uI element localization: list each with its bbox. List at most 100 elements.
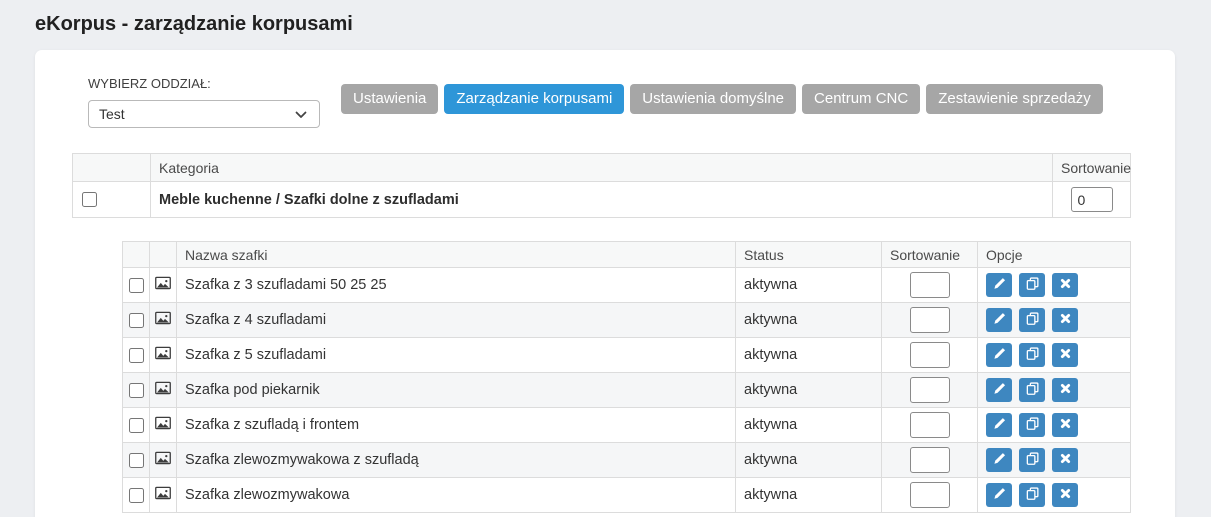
cabinet-name: Szafka zlewozmywakowa	[177, 478, 736, 513]
nav-tab-button[interactable]: Ustawienia domyślne	[630, 84, 796, 114]
edit-button[interactable]	[986, 413, 1012, 437]
category-table-category-header: Kategoria	[151, 154, 1053, 182]
cabinet-table-options-header: Opcje	[978, 242, 1131, 268]
pencil-icon	[992, 346, 1007, 364]
branch-select-label: WYBIERZ ODDZIAŁ:	[88, 76, 320, 92]
x-icon	[1059, 417, 1072, 433]
cabinet-row: Szafka pod piekarnik aktywna	[123, 373, 1131, 408]
copy-button[interactable]	[1019, 343, 1045, 367]
cabinet-table-image-header	[150, 242, 177, 268]
x-icon	[1059, 452, 1072, 468]
cabinet-table-sort-header: Sortowanie	[882, 242, 978, 268]
x-icon	[1059, 347, 1072, 363]
pencil-icon	[992, 451, 1007, 469]
image-icon[interactable]	[155, 451, 171, 469]
category-row-checkbox[interactable]	[82, 192, 97, 207]
pencil-icon	[992, 311, 1007, 329]
cabinet-table-header-row: Nazwa szafki Status Sortowanie Opcje	[123, 242, 1131, 268]
delete-button[interactable]	[1052, 273, 1078, 297]
cabinet-sort-input[interactable]	[910, 342, 950, 368]
image-icon[interactable]	[155, 486, 171, 504]
cabinet-row: Szafka z 5 szufladami aktywna	[123, 338, 1131, 373]
copy-icon	[1025, 486, 1040, 504]
copy-button[interactable]	[1019, 273, 1045, 297]
pencil-icon	[992, 486, 1007, 504]
image-icon[interactable]	[155, 416, 171, 434]
cabinet-name: Szafka z 5 szufladami	[177, 338, 736, 373]
delete-button[interactable]	[1052, 413, 1078, 437]
copy-button[interactable]	[1019, 448, 1045, 472]
cabinet-sort-input[interactable]	[910, 377, 950, 403]
cabinet-status: aktywna	[736, 478, 882, 513]
delete-button[interactable]	[1052, 448, 1078, 472]
delete-button[interactable]	[1052, 378, 1078, 402]
category-table-header-row: Kategoria Sortowanie	[73, 154, 1131, 182]
cabinet-table: Nazwa szafki Status Sortowanie Opcje	[122, 241, 1131, 513]
cabinet-name: Szafka z szufladą i frontem	[177, 408, 736, 443]
cabinet-sort-input[interactable]	[910, 272, 950, 298]
x-icon	[1059, 382, 1072, 398]
copy-button[interactable]	[1019, 308, 1045, 332]
nav-tab-button[interactable]: Centrum CNC	[802, 84, 920, 114]
delete-button[interactable]	[1052, 483, 1078, 507]
pencil-icon	[992, 381, 1007, 399]
chevron-down-icon	[295, 106, 307, 122]
cabinet-sort-input[interactable]	[910, 482, 950, 508]
cabinet-row-checkbox[interactable]	[129, 418, 144, 433]
edit-button[interactable]	[986, 378, 1012, 402]
cabinet-sort-input[interactable]	[910, 307, 950, 333]
cabinet-row-checkbox[interactable]	[129, 383, 144, 398]
edit-button[interactable]	[986, 483, 1012, 507]
edit-button[interactable]	[986, 343, 1012, 367]
copy-icon	[1025, 381, 1040, 399]
copy-icon	[1025, 416, 1040, 434]
cabinet-row: Szafka z 3 szufladami 50 25 25 aktywna	[123, 268, 1131, 303]
image-icon[interactable]	[155, 346, 171, 364]
cabinet-name: Szafka zlewozmywakowa z szufladą	[177, 443, 736, 478]
cabinet-row: Szafka zlewozmywakowa aktywna	[123, 478, 1131, 513]
cabinet-status: aktywna	[736, 338, 882, 373]
copy-icon	[1025, 346, 1040, 364]
cabinet-row-checkbox[interactable]	[129, 453, 144, 468]
category-table-checkbox-header	[73, 154, 151, 182]
content-panel: WYBIERZ ODDZIAŁ: Test Ustawienia Zarządz…	[35, 50, 1175, 517]
nav-tab-button[interactable]: Zarządzanie korpusami	[444, 84, 624, 114]
nav-tab-button[interactable]: Ustawienia	[341, 84, 438, 114]
delete-button[interactable]	[1052, 343, 1078, 367]
image-icon[interactable]	[155, 276, 171, 294]
cabinet-row: Szafka z szufladą i frontem aktywna	[123, 408, 1131, 443]
copy-button[interactable]	[1019, 483, 1045, 507]
cabinet-status: aktywna	[736, 443, 882, 478]
cabinet-name: Szafka pod piekarnik	[177, 373, 736, 408]
cabinet-row-checkbox[interactable]	[129, 348, 144, 363]
image-icon[interactable]	[155, 311, 171, 329]
cabinet-row-checkbox[interactable]	[129, 313, 144, 328]
cabinet-sort-input[interactable]	[910, 412, 950, 438]
cabinet-table-name-header: Nazwa szafki	[177, 242, 736, 268]
cabinet-status: aktywna	[736, 303, 882, 338]
image-icon[interactable]	[155, 381, 171, 399]
cabinet-row-checkbox[interactable]	[129, 278, 144, 293]
cabinet-row-checkbox[interactable]	[129, 488, 144, 503]
copy-button[interactable]	[1019, 413, 1045, 437]
cabinet-name: Szafka z 3 szufladami 50 25 25	[177, 268, 736, 303]
category-table: Kategoria Sortowanie Meble kuchenne / Sz…	[72, 153, 1131, 218]
cabinet-table-status-header: Status	[736, 242, 882, 268]
delete-button[interactable]	[1052, 308, 1078, 332]
edit-button[interactable]	[986, 273, 1012, 297]
edit-button[interactable]	[986, 448, 1012, 472]
cabinet-row: Szafka zlewozmywakowa z szufladą aktywna	[123, 443, 1131, 478]
nav-tab-button[interactable]: Zestawienie sprzedaży	[926, 84, 1103, 114]
branch-select[interactable]: Test	[88, 100, 320, 128]
copy-icon	[1025, 451, 1040, 469]
x-icon	[1059, 312, 1072, 328]
cabinet-table-checkbox-header	[123, 242, 150, 268]
copy-icon	[1025, 311, 1040, 329]
edit-button[interactable]	[986, 308, 1012, 332]
cabinet-sort-input[interactable]	[910, 447, 950, 473]
pencil-icon	[992, 416, 1007, 434]
category-name: Meble kuchenne / Szafki dolne z szuflada…	[151, 182, 1053, 218]
cabinet-status: aktywna	[736, 408, 882, 443]
category-sort-input[interactable]	[1071, 187, 1113, 212]
copy-button[interactable]	[1019, 378, 1045, 402]
